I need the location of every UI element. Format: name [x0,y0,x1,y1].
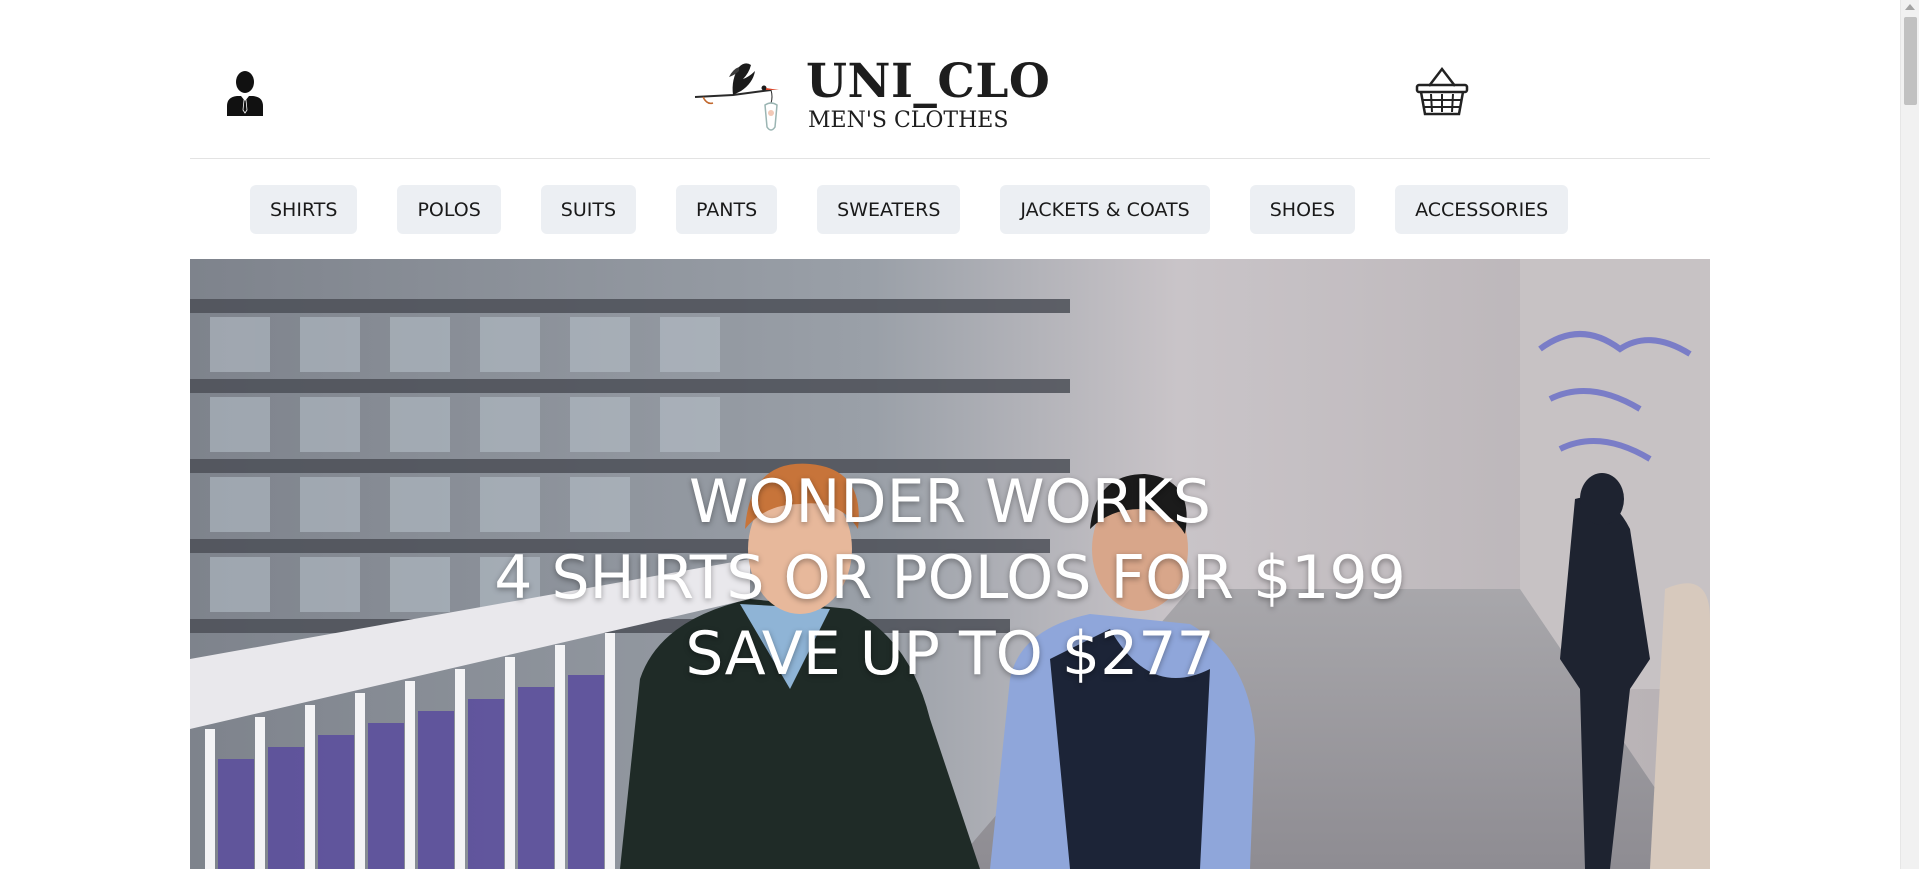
site-header: UNI_CLO MEN'S CLOTHES [190,28,1710,159]
basket-icon [1415,66,1469,116]
scroll-thumb[interactable] [1904,17,1917,105]
user-icon [227,71,263,116]
nav-item-jackets-coats[interactable]: JACKETS & COATS [1000,185,1210,234]
brand-tagline: MEN'S CLOTHES [808,108,1009,133]
account-button[interactable] [225,70,265,116]
brand-name: UNI_CLO [806,54,1051,109]
nav-item-polos[interactable]: POLOS [397,185,501,234]
cart-button[interactable] [1415,66,1469,118]
nav-item-shirts[interactable]: SHIRTS [250,185,358,234]
nav-item-suits[interactable]: SUITS [540,185,637,234]
nav-item-pants[interactable]: PANTS [676,185,778,234]
hero-banner[interactable]: WONDER WORKS 4 SHIRTS OR POLOS FOR $199 … [190,259,1710,869]
hero-image [190,259,1710,869]
stork-icon [694,63,779,131]
nav-item-accessories[interactable]: ACCESSORIES [1395,185,1569,234]
category-nav: SHIRTS POLOS SUITS PANTS SWEATERS JACKET… [250,185,1569,234]
brand-logo[interactable]: UNI_CLO MEN'S CLOTHES [693,53,1053,139]
page-scrollbar[interactable] [1900,0,1919,869]
scroll-up-arrow-icon[interactable] [1905,4,1915,10]
page: UNI_CLO MEN'S CLOTHES SHIRTS POLOS SUITS… [0,0,1919,869]
nav-item-shoes[interactable]: SHOES [1249,185,1356,234]
nav-item-sweaters[interactable]: SWEATERS [817,185,961,234]
